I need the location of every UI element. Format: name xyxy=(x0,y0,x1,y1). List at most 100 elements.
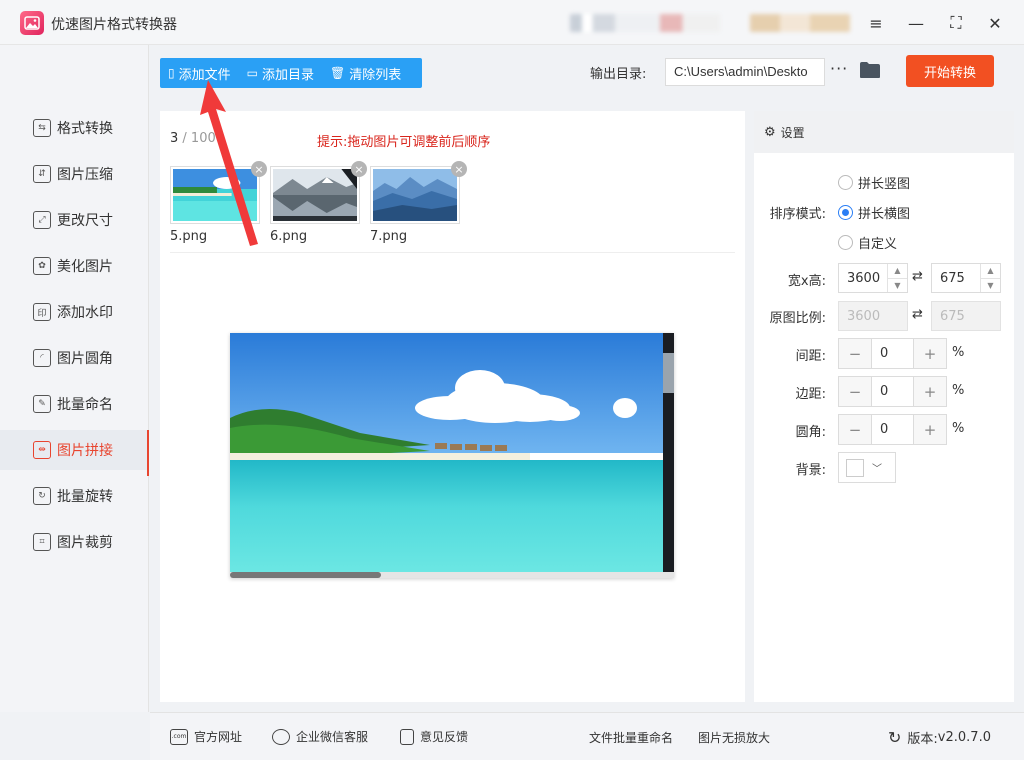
thumb-beach-image xyxy=(173,169,257,221)
sidebar-item-6[interactable]: ◜ 图片圆角 xyxy=(0,338,149,378)
feedback-link[interactable]: 意见反馈 xyxy=(400,728,468,745)
folder-outline-icon: ▭ xyxy=(246,66,258,80)
preview-horizontal-scrollbar[interactable] xyxy=(230,572,674,578)
radius-unit: % xyxy=(952,421,965,436)
remove-thumb-7-icon[interactable]: × xyxy=(451,161,467,177)
menu-icon[interactable]: ≡ xyxy=(863,10,889,36)
sidebar-item-8[interactable]: ⇹ 图片拼接 xyxy=(0,430,149,476)
toolbar: ▯ 添加文件 ▭ 添加目录 🗑︎ 清除列表 输出目录: C:\Users\admin\… xyxy=(150,45,1024,100)
margin-plus-button[interactable]: + xyxy=(914,377,946,406)
margin-minus-button[interactable]: − xyxy=(839,377,871,406)
feedback-label: 意见反馈 xyxy=(420,730,469,744)
close-icon[interactable]: ✕ xyxy=(982,10,1008,36)
radius-minus-button[interactable]: − xyxy=(839,415,871,444)
output-path-field[interactable]: C:\Users\admin\Deskto xyxy=(665,58,825,86)
wechat-service-label: 企业微信客服 xyxy=(296,730,369,744)
feedback-icon xyxy=(400,728,414,745)
thumbnail-5[interactable]: × xyxy=(170,161,267,224)
height-input[interactable]: 675 ▲ ▼ xyxy=(931,263,1001,293)
maximize-icon[interactable]: ⛶ xyxy=(943,10,969,36)
height-down-icon[interactable]: ▼ xyxy=(981,279,1000,293)
radio-vertical[interactable] xyxy=(838,175,853,190)
gap-stepper[interactable]: −0 + xyxy=(838,338,947,369)
settings-panel: ⚙ 设置 拼长竖图 排序模式: 拼长横图 自定义 宽x高: 3600 ▲ ▼ ⇄ 67… xyxy=(754,111,1014,702)
sidebar-item-4[interactable]: ✿ 美化图片 xyxy=(0,246,149,286)
sidebar-item-7[interactable]: ✎ 批量命名 xyxy=(0,384,149,424)
version-info: ↻ 版本: v2.0.7.0 xyxy=(888,728,991,747)
add-dir-button[interactable]: ▭ 添加目录 xyxy=(239,58,322,88)
sidebar-item-label: 图片拼接 xyxy=(57,443,113,459)
sort-option-horizontal[interactable]: 拼长横图 xyxy=(838,203,910,222)
width-input[interactable]: 3600 ▲ ▼ xyxy=(838,263,908,293)
trash-icon: 🗑︎ xyxy=(329,66,346,80)
remove-thumb-6-icon[interactable]: × xyxy=(351,161,367,177)
ratio-label: 原图比例: xyxy=(769,311,826,326)
sidebar-item-9[interactable]: ↻ 批量旋转 xyxy=(0,476,149,516)
margin-stepper[interactable]: −0 + xyxy=(838,376,947,407)
sidebar-item-5[interactable]: 印添加水印 xyxy=(0,292,149,332)
sidebar-item-3[interactable]: ⤢ 更改尺寸 xyxy=(0,200,149,240)
sort-option-custom[interactable]: 自定义 xyxy=(838,233,897,252)
thumbnail-7[interactable]: × xyxy=(370,161,467,224)
batch-rename-link[interactable]: 文件批量重命名 xyxy=(589,729,673,746)
swap-size-icon[interactable]: ⇄ xyxy=(912,269,923,284)
sidebar-item-1[interactable]: ⇆ 格式转换 xyxy=(0,108,149,148)
sidebar-item-2[interactable]: ⇵ 图片压缩 xyxy=(0,154,149,194)
thumb-6-name: 6.png xyxy=(270,229,308,244)
sidebar-item-label: 批量命名 xyxy=(57,397,113,413)
ratio-height-value: 675 xyxy=(940,309,965,324)
sidebar: ⇆ 格式转换 ⇵ 图片压缩 ⤢ 更改尺寸 ✿ 美化图片印添加水印 ◜ 图片圆角 ✎ 批量命名 ⇹ 图片拼接… xyxy=(0,45,149,712)
margin-value[interactable]: 0 xyxy=(871,377,914,406)
stitch-preview xyxy=(230,333,674,578)
file-actions-group: ▯ 添加文件 ▭ 添加目录 🗑︎ 清除列表 xyxy=(160,58,422,88)
web-icon: .com xyxy=(170,728,188,745)
refresh-icon[interactable]: ↻ xyxy=(888,728,901,747)
radius-stepper[interactable]: −0 + xyxy=(838,414,947,445)
size-label: 宽x高: xyxy=(787,274,826,289)
rename-icon: ✎ xyxy=(33,395,51,413)
stitch-icon: ⇹ xyxy=(33,441,51,459)
clear-list-button[interactable]: 🗑︎ 清除列表 xyxy=(322,58,409,88)
remove-thumb-5-icon[interactable]: × xyxy=(251,161,267,177)
radius-value[interactable]: 0 xyxy=(871,415,914,444)
sidebar-item-label: 更改尺寸 xyxy=(57,213,113,229)
open-folder-icon[interactable] xyxy=(859,61,881,79)
more-options-button[interactable]: ··· xyxy=(830,59,848,78)
lossless-zoom-link[interactable]: 图片无损放大 xyxy=(698,729,770,746)
sidebar-item-10[interactable]: ⌗ 图片裁剪 xyxy=(0,522,149,562)
gap-value[interactable]: 0 xyxy=(871,339,914,368)
scrollbar-thumb[interactable] xyxy=(230,572,381,578)
width-down-icon[interactable]: ▼ xyxy=(888,279,907,293)
gap-plus-button[interactable]: + xyxy=(914,339,946,368)
sort-mode-label: 排序模式: xyxy=(769,207,826,222)
sort-option-vertical[interactable]: 拼长竖图 xyxy=(838,173,910,192)
ratio-width-field: 3600 xyxy=(838,301,908,331)
minimize-icon[interactable]: — xyxy=(903,10,929,36)
height-up-icon[interactable]: ▲ xyxy=(981,264,1000,279)
sidebar-item-label: 批量旋转 xyxy=(57,489,113,505)
image-count: 3 / 100 xyxy=(170,131,216,146)
gap-minus-button[interactable]: − xyxy=(839,339,871,368)
footer: .com 官方网址 企业微信客服 意见反馈 文件批量重命名 图片无损放大 ↻ 版本:… xyxy=(150,712,1024,760)
radio-horizontal[interactable] xyxy=(838,205,853,220)
start-convert-button[interactable]: 开始转换 xyxy=(906,55,994,87)
thumb-lake-image xyxy=(273,169,357,221)
gear-icon: ⚙ xyxy=(764,124,776,140)
sort-option-vertical-label: 拼长竖图 xyxy=(858,177,911,192)
thumbnail-6[interactable]: × xyxy=(270,161,367,224)
add-file-button[interactable]: ▯ 添加文件 xyxy=(160,58,239,88)
width-value: 3600 xyxy=(847,271,881,286)
radio-custom[interactable] xyxy=(838,235,853,250)
official-site-link[interactable]: .com 官方网址 xyxy=(170,728,242,745)
blurred-account-info xyxy=(570,14,720,32)
chat-icon xyxy=(272,728,290,745)
wechat-service-link[interactable]: 企业微信客服 xyxy=(272,728,368,745)
margin-unit: % xyxy=(952,383,965,398)
width-up-icon[interactable]: ▲ xyxy=(888,264,907,279)
background-color-picker[interactable]: ﹀ xyxy=(838,452,896,483)
thumb-7-name: 7.png xyxy=(370,229,408,244)
count-total: / 100 xyxy=(178,131,216,146)
version-number: v2.0.7.0 xyxy=(937,730,991,745)
radius-plus-button[interactable]: + xyxy=(914,415,946,444)
margin-label: 边距: xyxy=(795,387,826,402)
